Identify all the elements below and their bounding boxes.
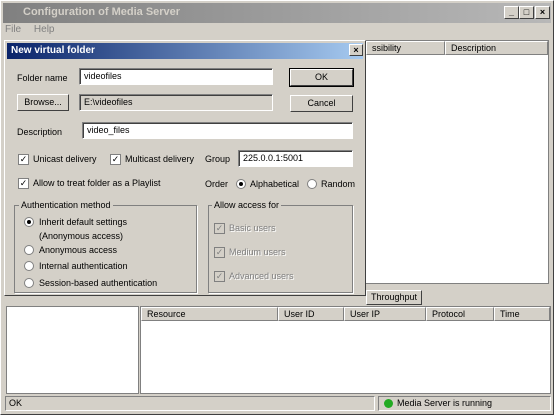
folder-table[interactable]: ssibility Description: [365, 40, 549, 284]
tab-throughput[interactable]: Throughput: [366, 290, 422, 305]
auth-internal-label: Internal authentication: [39, 261, 128, 271]
menu-help[interactable]: Help: [34, 23, 55, 35]
folder-name-label: Folder name: [17, 73, 68, 83]
status-indicator-icon: [384, 399, 393, 408]
auth-inherit-note: (Anonymous access): [39, 231, 124, 241]
column-header-user-ip[interactable]: User IP: [344, 307, 426, 321]
access-title: Allow access for: [212, 200, 282, 210]
cancel-button[interactable]: Cancel: [290, 95, 353, 112]
auth-anonymous-radio[interactable]: [24, 245, 34, 255]
column-header-time[interactable]: Time: [494, 307, 550, 321]
column-header-accessibility[interactable]: ssibility: [366, 41, 445, 55]
minimize-button[interactable]: _: [504, 6, 519, 19]
dialog-close-button[interactable]: ×: [349, 44, 363, 56]
column-header-description[interactable]: Description: [445, 41, 548, 55]
order-random-radio[interactable]: [307, 179, 317, 189]
access-basic-label: Basic users: [229, 223, 276, 233]
status-server: Media Server is running: [378, 396, 551, 411]
access-medium-label: Medium users: [229, 247, 286, 257]
window-title: Configuration of Media Server: [23, 6, 181, 18]
new-folder-dialog: New virtual folder × Folder name videofi…: [4, 40, 366, 296]
multicast-label: Multicast delivery: [125, 154, 195, 164]
window-titlebar: Configuration of Media Server _ □ ×: [3, 3, 551, 23]
dialog-titlebar: New virtual folder ×: [7, 43, 363, 59]
auth-session-radio[interactable]: [24, 278, 34, 288]
access-medium-checkbox[interactable]: ✓: [214, 247, 225, 258]
menu-bar: File Help: [5, 23, 545, 39]
column-header-protocol[interactable]: Protocol: [426, 307, 494, 321]
multicast-checkbox[interactable]: ✓: [110, 154, 121, 165]
description-input[interactable]: video_files: [82, 122, 353, 139]
order-alphabetical-label: Alphabetical: [250, 179, 300, 189]
status-server-text: Media Server is running: [397, 398, 493, 408]
auth-method-title: Authentication method: [19, 200, 113, 210]
playlist-label: Allow to treat folder as a Playlist: [33, 178, 161, 188]
group-label: Group: [205, 154, 231, 164]
auth-internal-radio[interactable]: [24, 261, 34, 271]
auth-inherit-label: Inherit default settings: [39, 217, 128, 227]
group-input[interactable]: 225.0.0.1:5001: [238, 150, 353, 167]
path-field: E:\videofiles: [79, 94, 273, 111]
close-button[interactable]: ×: [535, 6, 550, 19]
description-label: Description: [17, 127, 63, 137]
unicast-label: Unicast delivery: [33, 154, 97, 164]
dialog-title: New virtual folder: [11, 45, 95, 56]
order-label: Order: [205, 179, 229, 189]
auth-session-label: Session-based authentication: [39, 278, 158, 288]
status-bar: OK Media Server is running: [5, 396, 551, 412]
resource-tree[interactable]: [6, 306, 139, 394]
access-advanced-checkbox[interactable]: ✓: [214, 271, 225, 282]
unicast-checkbox[interactable]: ✓: [18, 154, 29, 165]
order-alphabetical-radio[interactable]: [236, 179, 246, 189]
column-header-user-id[interactable]: User ID: [278, 307, 344, 321]
main-window: Configuration of Media Server _ □ × File…: [0, 0, 554, 415]
browse-button[interactable]: Browse...: [17, 94, 69, 111]
auth-inherit-radio[interactable]: [24, 217, 34, 227]
sessions-table[interactable]: Resource User ID User IP Protocol Time: [140, 306, 551, 394]
folder-name-input[interactable]: videofiles: [79, 68, 273, 85]
status-text: OK: [5, 396, 375, 411]
access-basic-checkbox[interactable]: ✓: [214, 223, 225, 234]
playlist-checkbox[interactable]: ✓: [18, 178, 29, 189]
access-advanced-label: Advanced users: [229, 271, 294, 281]
ok-button[interactable]: OK: [289, 68, 354, 87]
column-header-resource[interactable]: Resource: [141, 307, 278, 321]
maximize-button[interactable]: □: [519, 6, 534, 19]
menu-file[interactable]: File: [5, 23, 21, 35]
order-random-label: Random: [321, 179, 356, 189]
auth-anonymous-label: Anonymous access: [39, 245, 118, 255]
